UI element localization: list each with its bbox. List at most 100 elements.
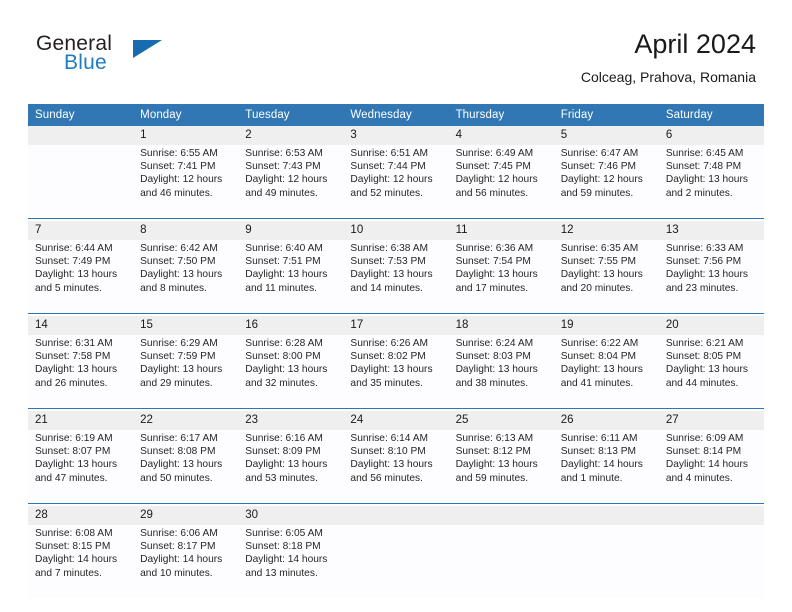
day-number[interactable]: 17 — [343, 316, 449, 335]
day-cell[interactable] — [658, 525, 764, 598]
day-number[interactable] — [658, 506, 764, 525]
day-number[interactable]: 27 — [658, 411, 764, 430]
calendar-table: Sunday Monday Tuesday Wednesday Thursday… — [28, 104, 764, 598]
day-cell[interactable]: Sunrise: 6:22 AM Sunset: 8:04 PM Dayligh… — [553, 335, 659, 409]
brand-logo[interactable]: General Blue — [36, 32, 216, 80]
day-number[interactable]: 19 — [553, 316, 659, 335]
day-number[interactable]: 26 — [553, 411, 659, 430]
day-number[interactable]: 24 — [343, 411, 449, 430]
day-number[interactable]: 8 — [133, 221, 239, 240]
sunset-text: Sunset: 8:12 PM — [455, 446, 531, 458]
day-number[interactable] — [343, 506, 449, 525]
day-number[interactable]: 29 — [133, 506, 239, 525]
day-cell[interactable]: Sunrise: 6:45 AM Sunset: 7:48 PM Dayligh… — [658, 145, 764, 219]
brand-word-blue: Blue — [64, 51, 107, 74]
day-cell[interactable]: Sunrise: 6:44 AM Sunset: 7:49 PM Dayligh… — [28, 240, 134, 314]
day-number[interactable]: 21 — [28, 411, 134, 430]
day-cell[interactable]: Sunrise: 6:08 AM Sunset: 8:15 PM Dayligh… — [28, 525, 134, 598]
day-cell[interactable]: Sunrise: 6:40 AM Sunset: 7:51 PM Dayligh… — [238, 240, 344, 314]
day-number[interactable]: 12 — [553, 221, 659, 240]
daylight-text-line1: Daylight: 13 hours — [560, 269, 643, 281]
day-cell[interactable]: Sunrise: 6:26 AM Sunset: 8:02 PM Dayligh… — [343, 335, 449, 409]
day-number[interactable]: 11 — [448, 221, 554, 240]
day-number[interactable]: 5 — [553, 126, 659, 145]
day-cell[interactable]: Sunrise: 6:42 AM Sunset: 7:50 PM Dayligh… — [133, 240, 239, 314]
day-number[interactable]: 14 — [28, 316, 134, 335]
day-number[interactable]: 6 — [658, 126, 764, 145]
day-cell[interactable]: Sunrise: 6:16 AM Sunset: 8:09 PM Dayligh… — [238, 430, 344, 504]
day-cell[interactable]: Sunrise: 6:13 AM Sunset: 8:12 PM Dayligh… — [448, 430, 554, 504]
day-cell[interactable]: Sunrise: 6:06 AM Sunset: 8:17 PM Dayligh… — [133, 525, 239, 598]
day-cell[interactable]: Sunrise: 6:29 AM Sunset: 7:59 PM Dayligh… — [133, 335, 239, 409]
day-number[interactable]: 30 — [238, 506, 344, 525]
sunrise-text: Sunrise: 6:05 AM — [245, 528, 323, 539]
sunset-text: Sunset: 7:56 PM — [665, 256, 742, 268]
day-number[interactable]: 10 — [343, 221, 449, 240]
day-number[interactable]: 2 — [238, 126, 344, 145]
sunset-text: Sunset: 8:02 PM — [350, 351, 426, 363]
day-number[interactable]: 18 — [448, 316, 554, 335]
day-number[interactable]: 23 — [238, 411, 344, 430]
day-number[interactable]: 16 — [238, 316, 344, 335]
day-number[interactable]: 1 — [133, 126, 239, 145]
day-number[interactable] — [448, 506, 554, 525]
day-cell[interactable]: Sunrise: 6:35 AM Sunset: 7:55 PM Dayligh… — [553, 240, 659, 314]
sunset-text: Sunset: 8:14 PM — [665, 446, 742, 458]
sunrise-text: Sunrise: 6:38 AM — [350, 243, 429, 254]
day-cell[interactable]: Sunrise: 6:51 AM Sunset: 7:44 PM Dayligh… — [343, 145, 449, 219]
sunrise-text: Sunrise: 6:16 AM — [245, 433, 323, 444]
day-cell[interactable] — [28, 145, 134, 219]
day-number[interactable]: 15 — [133, 316, 239, 335]
day-cell[interactable]: Sunrise: 6:11 AM Sunset: 8:13 PM Dayligh… — [553, 430, 659, 504]
sunset-text: Sunset: 7:58 PM — [35, 351, 111, 363]
sunset-text: Sunset: 8:00 PM — [245, 351, 321, 363]
day-cell[interactable]: Sunrise: 6:53 AM Sunset: 7:43 PM Dayligh… — [238, 145, 344, 219]
day-cell[interactable]: Sunrise: 6:19 AM Sunset: 8:07 PM Dayligh… — [28, 430, 134, 504]
day-cell[interactable]: Sunrise: 6:31 AM Sunset: 7:58 PM Dayligh… — [28, 335, 134, 409]
week-daynum-row: 7 8 9 10 11 12 13 — [28, 221, 764, 240]
week-daynum-row: 28 29 30 — [28, 506, 764, 525]
day-cell[interactable]: Sunrise: 6:55 AM Sunset: 7:41 PM Dayligh… — [133, 145, 239, 219]
sunset-text: Sunset: 8:18 PM — [245, 541, 321, 553]
daylight-text-line2: and 29 minutes. — [140, 377, 213, 389]
day-number[interactable]: 13 — [658, 221, 764, 240]
sunrise-text: Sunrise: 6:53 AM — [245, 148, 323, 159]
daylight-text-line2: and 2 minutes. — [665, 187, 733, 199]
day-cell[interactable]: Sunrise: 6:38 AM Sunset: 7:53 PM Dayligh… — [343, 240, 449, 314]
day-cell[interactable]: Sunrise: 6:47 AM Sunset: 7:46 PM Dayligh… — [553, 145, 659, 219]
sunrise-text: Sunrise: 6:31 AM — [35, 338, 113, 349]
day-number[interactable] — [553, 506, 659, 525]
day-cell[interactable] — [553, 525, 659, 598]
day-number[interactable]: 20 — [658, 316, 764, 335]
day-number[interactable]: 3 — [343, 126, 449, 145]
day-number[interactable] — [28, 126, 134, 145]
day-cell[interactable]: Sunrise: 6:14 AM Sunset: 8:10 PM Dayligh… — [343, 430, 449, 504]
day-cell[interactable]: Sunrise: 6:24 AM Sunset: 8:03 PM Dayligh… — [448, 335, 554, 409]
day-cell[interactable]: Sunrise: 6:28 AM Sunset: 8:00 PM Dayligh… — [238, 335, 344, 409]
daylight-text-line1: Daylight: 14 hours — [245, 554, 328, 566]
day-cell[interactable]: Sunrise: 6:36 AM Sunset: 7:54 PM Dayligh… — [448, 240, 554, 314]
sunrise-text: Sunrise: 6:19 AM — [35, 433, 113, 444]
sunset-text: Sunset: 7:48 PM — [665, 161, 742, 173]
sunrise-text: Sunrise: 6:28 AM — [245, 338, 323, 349]
day-cell[interactable]: Sunrise: 6:21 AM Sunset: 8:05 PM Dayligh… — [658, 335, 764, 409]
day-cell[interactable]: Sunrise: 6:05 AM Sunset: 8:18 PM Dayligh… — [238, 525, 344, 598]
week-daynum-row: 1 2 3 4 5 6 — [28, 126, 764, 145]
sunset-text: Sunset: 8:08 PM — [140, 446, 216, 458]
sunrise-text: Sunrise: 6:55 AM — [140, 148, 218, 159]
sunset-text: Sunset: 7:45 PM — [455, 161, 531, 173]
day-number[interactable]: 4 — [448, 126, 554, 145]
day-cell[interactable]: Sunrise: 6:33 AM Sunset: 7:56 PM Dayligh… — [658, 240, 764, 314]
sunset-text: Sunset: 8:10 PM — [350, 446, 426, 458]
day-number[interactable]: 25 — [448, 411, 554, 430]
day-cell[interactable]: Sunrise: 6:49 AM Sunset: 7:45 PM Dayligh… — [448, 145, 554, 219]
day-number[interactable]: 7 — [28, 221, 134, 240]
day-number[interactable]: 9 — [238, 221, 344, 240]
day-cell[interactable] — [448, 525, 554, 598]
day-cell[interactable]: Sunrise: 6:17 AM Sunset: 8:08 PM Dayligh… — [133, 430, 239, 504]
day-number[interactable]: 28 — [28, 506, 134, 525]
day-cell[interactable]: Sunrise: 6:09 AM Sunset: 8:14 PM Dayligh… — [658, 430, 764, 504]
day-number[interactable]: 22 — [133, 411, 239, 430]
sunrise-text: Sunrise: 6:13 AM — [455, 433, 534, 444]
day-cell[interactable] — [343, 525, 449, 598]
